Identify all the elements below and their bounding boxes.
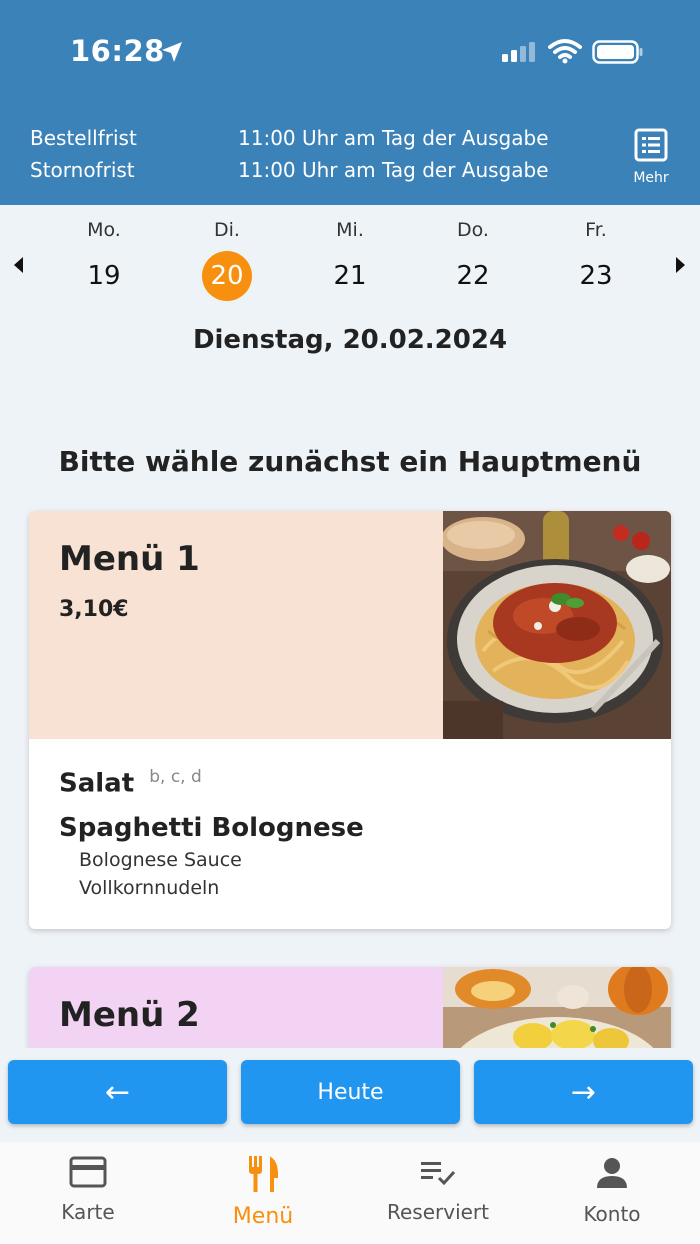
allergen-codes: b, c, d (149, 767, 202, 787)
checklist-icon (421, 1162, 456, 1186)
cancel-deadline-label: Stornofrist (30, 158, 135, 182)
more-button[interactable]: Mehr (626, 128, 676, 186)
day-name: Di. (214, 219, 240, 241)
day-thursday[interactable]: Do. 22 (433, 219, 513, 301)
tab-label: Karte (61, 1200, 115, 1224)
day-number: 19 (87, 261, 121, 291)
tab-label: Konto (583, 1202, 641, 1226)
day-number-selected: 20 (202, 251, 252, 301)
header: 16:28 Bestellfrist 11:00 Uhr am Tag der … (0, 0, 700, 205)
selected-date-title: Dienstag, 20.02.2024 (192, 325, 508, 355)
arrow-left-icon: ← (104, 1074, 131, 1110)
tab-menue[interactable]: Menü (193, 1156, 333, 1229)
navigation-button-bar: ← Heute → (0, 1048, 700, 1142)
day-name: Mo. (87, 219, 121, 241)
day-wednesday[interactable]: Mi. 21 (310, 219, 390, 301)
menu-image (443, 511, 671, 739)
day-number: 23 (579, 261, 613, 291)
dish-component: Vollkornnudeln (79, 876, 220, 899)
bottom-tab-bar: Karte Menü Reserviert Konto (0, 1142, 700, 1244)
menu-title: Menü 1 (59, 539, 200, 579)
week-selector: Mo. 19 Di. 20 Mi. 21 Do. 22 Fr. 23 (0, 205, 700, 315)
dish-component: Bolognese Sauce (79, 848, 242, 871)
menu-details: Salat b, c, d Spaghetti Bolognese Bologn… (29, 739, 671, 929)
today-label: Heute (317, 1079, 384, 1105)
card-icon (69, 1156, 107, 1188)
location-arrow-icon (162, 42, 182, 62)
next-day-button[interactable]: → (474, 1060, 693, 1124)
person-icon (597, 1158, 627, 1188)
previous-week-icon[interactable] (14, 257, 23, 273)
section-title: Bitte wähle zunächst ein Hauptmenü (58, 445, 642, 478)
status-time: 16:28 (70, 34, 165, 68)
cutlery-icon (249, 1156, 278, 1192)
menu-price: 3,10€ (59, 597, 129, 622)
menu-card[interactable]: Menü 1 3,10€ Salat b, c, d Spaghetti Bol… (29, 511, 671, 929)
menu-card-header: Menü 1 3,10€ (29, 511, 443, 739)
day-monday[interactable]: Mo. 19 (64, 219, 144, 301)
day-friday[interactable]: Fr. 23 (556, 219, 636, 301)
day-name: Do. (457, 219, 489, 241)
tab-karte[interactable]: Karte (18, 1156, 158, 1224)
menu-title: Menü 2 (59, 995, 200, 1035)
day-tuesday[interactable]: Di. 20 (187, 219, 267, 301)
day-number: 22 (456, 261, 490, 291)
tab-konto[interactable]: Konto (542, 1156, 682, 1226)
side-dish: Salat (59, 768, 135, 799)
today-button[interactable]: Heute (241, 1060, 460, 1124)
signal-icon (502, 42, 535, 62)
tab-label: Reserviert (386, 1200, 489, 1224)
battery-icon (592, 40, 643, 64)
cancel-deadline-value: 11:00 Uhr am Tag der Ausgabe (238, 158, 549, 182)
day-name: Fr. (585, 219, 607, 241)
day-name: Mi. (336, 219, 364, 241)
next-week-icon[interactable] (676, 257, 685, 273)
order-deadline-label: Bestellfrist (30, 126, 137, 150)
main-dish: Spaghetti Bolognese (59, 812, 364, 843)
previous-day-button[interactable]: ← (8, 1060, 227, 1124)
day-number: 21 (333, 261, 367, 291)
more-label: Mehr (633, 170, 669, 186)
list-icon (634, 128, 668, 162)
order-deadline-value: 11:00 Uhr am Tag der Ausgabe (238, 126, 549, 150)
arrow-right-icon: → (570, 1074, 597, 1110)
tab-reserviert[interactable]: Reserviert (368, 1156, 508, 1224)
tab-label: Menü (232, 1204, 294, 1229)
wifi-icon (548, 39, 582, 64)
